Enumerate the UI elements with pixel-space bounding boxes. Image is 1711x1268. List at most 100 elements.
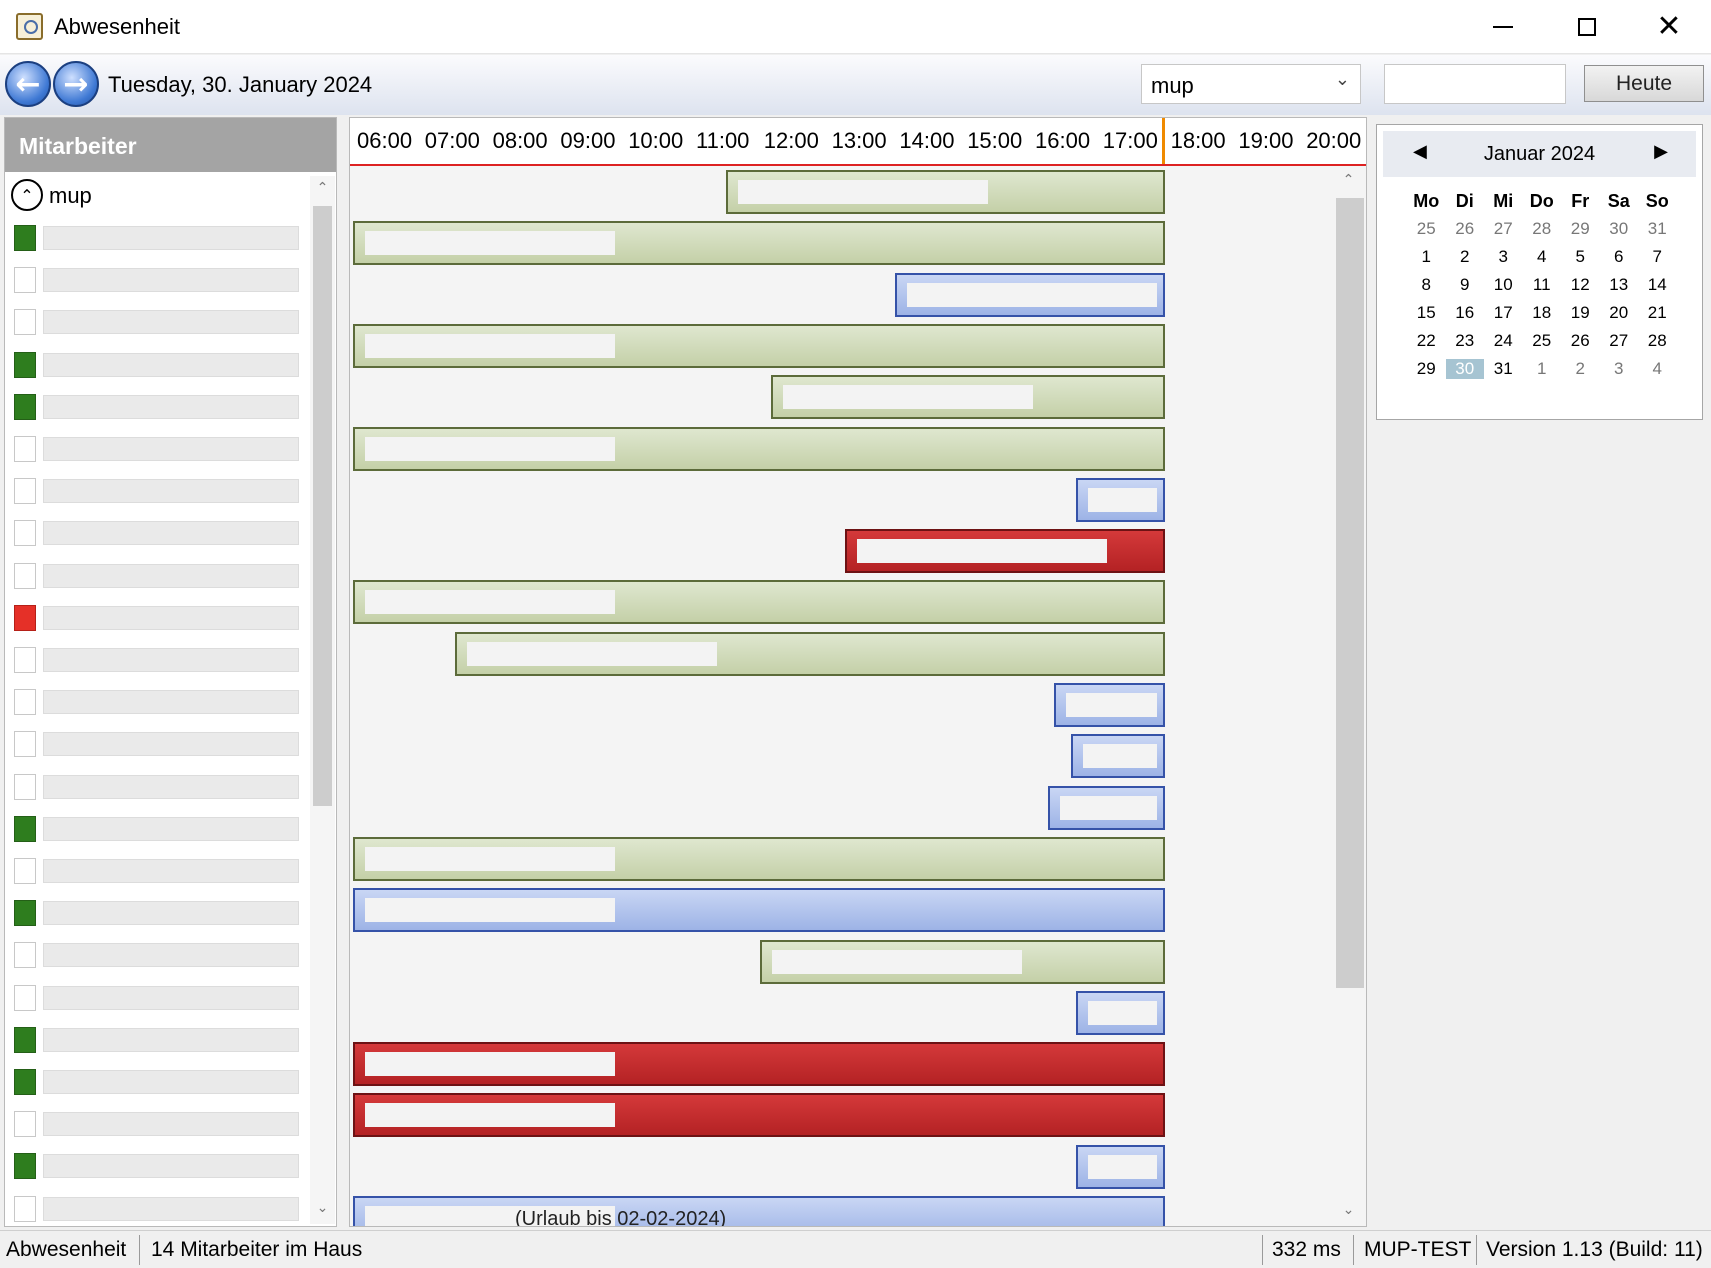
absence-bar-green[interactable] xyxy=(353,221,1165,266)
absence-bar-blue[interactable] xyxy=(895,272,1165,317)
calendar-day[interactable]: 2 xyxy=(1446,247,1485,267)
calendar-day[interactable]: 2 xyxy=(1561,359,1600,379)
calendar-day[interactable]: 31 xyxy=(1484,359,1523,379)
next-day-button[interactable]: → xyxy=(53,61,99,107)
calendar-day[interactable]: 12 xyxy=(1561,275,1600,295)
calendar-day[interactable]: 24 xyxy=(1484,331,1523,351)
absence-bar-blue[interactable] xyxy=(1070,734,1165,779)
absence-bar-green[interactable] xyxy=(725,170,1165,214)
absence-bar-red[interactable] xyxy=(353,1093,1165,1138)
employee-row[interactable] xyxy=(5,979,305,1015)
calendar-day[interactable]: 3 xyxy=(1484,247,1523,267)
calendar-day[interactable]: 5 xyxy=(1561,247,1600,267)
absence-bar-green[interactable] xyxy=(454,631,1165,676)
calendar-day[interactable]: 14 xyxy=(1638,275,1677,295)
absence-bar-blue[interactable]: (Urlaub bis 02-02-2024) xyxy=(353,1196,1165,1226)
calendar-day[interactable]: 13 xyxy=(1600,275,1639,295)
employee-row[interactable] xyxy=(5,894,305,930)
absence-bar-blue[interactable] xyxy=(1047,785,1165,830)
absence-bar-blue[interactable] xyxy=(353,888,1165,933)
calendar-day[interactable]: 27 xyxy=(1600,331,1639,351)
employee-row[interactable] xyxy=(5,936,305,972)
employee-row[interactable] xyxy=(5,852,305,888)
absence-bar-blue[interactable] xyxy=(1053,683,1165,727)
user-select[interactable]: mup ⌄ xyxy=(1141,64,1361,104)
employee-row[interactable] xyxy=(5,346,305,382)
scrollbar-thumb[interactable] xyxy=(313,206,332,806)
calendar-day[interactable]: 6 xyxy=(1600,247,1639,267)
employee-row[interactable] xyxy=(5,1063,305,1099)
group-row[interactable]: ⌃ mup xyxy=(5,176,305,216)
calendar-day[interactable]: 23 xyxy=(1446,331,1485,351)
calendar-day[interactable]: 29 xyxy=(1561,219,1600,239)
calendar-day[interactable]: 20 xyxy=(1600,303,1639,323)
employee-row[interactable] xyxy=(5,1021,305,1057)
absence-bar-green[interactable] xyxy=(353,580,1165,625)
employee-row[interactable] xyxy=(5,768,305,804)
absence-bar-green[interactable] xyxy=(759,939,1165,984)
absence-bar-red[interactable] xyxy=(353,1042,1165,1087)
employee-row[interactable] xyxy=(5,557,305,593)
minimize-button[interactable] xyxy=(1461,0,1545,54)
absence-bar-red[interactable] xyxy=(844,529,1165,574)
search-input[interactable] xyxy=(1384,64,1566,104)
calendar-day[interactable]: 26 xyxy=(1561,331,1600,351)
calendar-day[interactable]: 16 xyxy=(1446,303,1485,323)
calendar-day-selected[interactable]: 30 xyxy=(1445,359,1484,379)
employee-row[interactable] xyxy=(5,1190,305,1226)
calendar-day[interactable]: 28 xyxy=(1638,331,1677,351)
scroll-up-icon[interactable]: ⌃ xyxy=(1339,172,1358,192)
scrollbar-thumb[interactable] xyxy=(1336,198,1364,988)
employee-row[interactable] xyxy=(5,1105,305,1141)
absence-bar-green[interactable] xyxy=(353,426,1165,471)
employee-row[interactable] xyxy=(5,599,305,635)
absence-bar-blue[interactable] xyxy=(1076,1144,1165,1189)
absence-bar-blue[interactable] xyxy=(1076,477,1165,522)
scroll-down-icon[interactable]: ⌄ xyxy=(313,1200,332,1220)
calendar-day[interactable]: 22 xyxy=(1407,331,1446,351)
timeline-scrollbar[interactable]: ⌃ ⌄ xyxy=(1331,168,1365,1226)
absence-bar-green[interactable] xyxy=(353,836,1165,881)
absence-bar-blue[interactable] xyxy=(1076,990,1165,1035)
calendar-day[interactable]: 25 xyxy=(1407,219,1446,239)
previous-day-button[interactable]: ← xyxy=(5,61,51,107)
calendar-day[interactable]: 17 xyxy=(1484,303,1523,323)
calendar-day[interactable]: 7 xyxy=(1638,247,1677,267)
scroll-down-icon[interactable]: ⌄ xyxy=(1339,1202,1358,1222)
calendar-day[interactable]: 1 xyxy=(1407,247,1446,267)
calendar-day[interactable]: 19 xyxy=(1561,303,1600,323)
employee-row[interactable] xyxy=(5,810,305,846)
next-month-icon[interactable]: ▶ xyxy=(1654,141,1668,162)
calendar-day[interactable]: 1 xyxy=(1523,359,1562,379)
calendar-day[interactable]: 4 xyxy=(1523,247,1562,267)
calendar-day[interactable]: 31 xyxy=(1638,219,1677,239)
maximize-button[interactable] xyxy=(1545,0,1629,54)
calendar-day[interactable]: 30 xyxy=(1600,219,1639,239)
employee-row[interactable] xyxy=(5,514,305,550)
employee-row[interactable] xyxy=(5,1147,305,1183)
calendar-day[interactable]: 9 xyxy=(1446,275,1485,295)
employee-row[interactable] xyxy=(5,303,305,339)
calendar-day[interactable]: 21 xyxy=(1638,303,1677,323)
calendar-day[interactable]: 10 xyxy=(1484,275,1523,295)
employee-row[interactable] xyxy=(5,641,305,677)
calendar-day[interactable]: 26 xyxy=(1446,219,1485,239)
today-button[interactable]: Heute xyxy=(1584,65,1704,102)
close-button[interactable]: ✕ xyxy=(1627,0,1711,54)
scroll-up-icon[interactable]: ⌃ xyxy=(313,180,332,200)
employee-row[interactable] xyxy=(5,472,305,508)
calendar-day[interactable]: 8 xyxy=(1407,275,1446,295)
calendar-day[interactable]: 28 xyxy=(1523,219,1562,239)
calendar-day[interactable]: 25 xyxy=(1523,331,1562,351)
employee-row[interactable] xyxy=(5,683,305,719)
absence-bar-green[interactable] xyxy=(771,375,1165,420)
employee-row[interactable] xyxy=(5,261,305,297)
absence-bar-green[interactable] xyxy=(353,323,1165,368)
employee-row[interactable] xyxy=(5,388,305,424)
chevron-up-icon[interactable]: ⌃ xyxy=(11,179,43,211)
calendar-day[interactable]: 18 xyxy=(1523,303,1562,323)
calendar-day[interactable]: 3 xyxy=(1600,359,1639,379)
calendar-day[interactable]: 27 xyxy=(1484,219,1523,239)
calendar-day[interactable]: 11 xyxy=(1523,275,1562,295)
employee-scrollbar[interactable]: ⌃ ⌄ xyxy=(310,176,335,1224)
